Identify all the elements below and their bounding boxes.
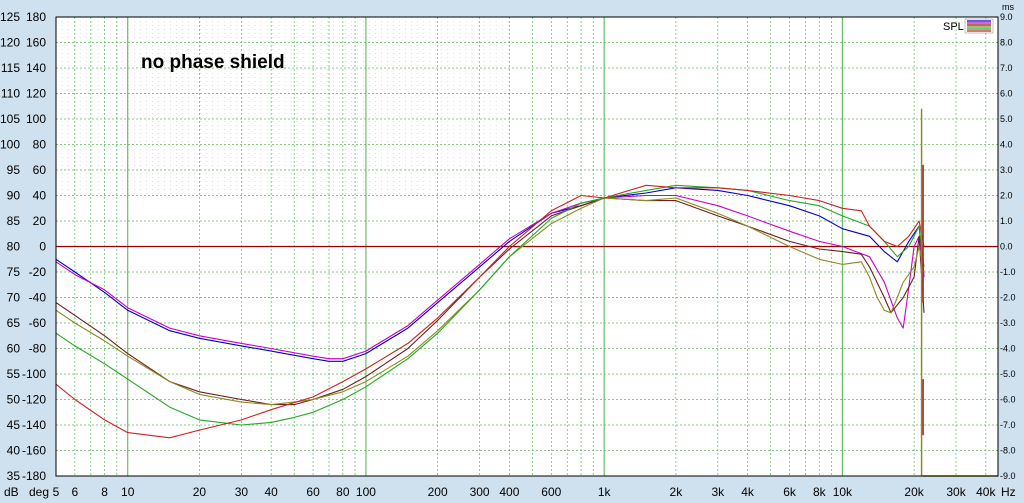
- ms-tick-label: -9.0: [1000, 471, 1016, 481]
- db-tick-label: 125: [0, 10, 20, 24]
- ms-tick-label: 7.0: [1000, 63, 1013, 73]
- db-tick-label: 40: [7, 444, 21, 458]
- x-tick-label: 20: [193, 485, 207, 499]
- db-unit-label: dB: [4, 485, 19, 499]
- deg-tick-label: -120: [22, 393, 46, 407]
- deg-tick-label: -140: [22, 418, 46, 432]
- ms-tick-label: 1.0: [1000, 216, 1013, 226]
- x-tick-label: 20k: [904, 485, 924, 499]
- x-tick-label: 1k: [598, 485, 612, 499]
- x-tick-label: 300: [470, 485, 490, 499]
- x-tick-label: 400: [499, 485, 519, 499]
- db-tick-label: 70: [7, 291, 21, 305]
- x-tick-label: 8: [101, 485, 108, 499]
- ms-tick-label: -1.0: [1000, 267, 1016, 277]
- ms-tick-label: -6.0: [1000, 395, 1016, 405]
- deg-tick-label: 0: [39, 240, 46, 254]
- legend-swatch: [964, 18, 994, 34]
- deg-tick-label: 180: [26, 10, 46, 24]
- deg-tick-label: -60: [29, 316, 47, 330]
- ms-tick-label: -2.0: [1000, 293, 1016, 303]
- deg-tick-label: -40: [29, 291, 47, 305]
- x-tick-label: 6k: [783, 485, 797, 499]
- x-unit-label: Hz: [1001, 485, 1016, 499]
- deg-tick-label: -180: [22, 469, 46, 483]
- db-tick-label: 85: [7, 214, 21, 228]
- x-tick-label: 60: [306, 485, 320, 499]
- x-tick-label: 10k: [833, 485, 853, 499]
- ms-tick-label: 0.0: [1000, 242, 1013, 252]
- deg-tick-label: -100: [22, 367, 46, 381]
- deg-tick-label: -20: [29, 265, 47, 279]
- ms-tick-label: -5.0: [1000, 369, 1016, 379]
- db-tick-label: 60: [7, 342, 21, 356]
- x-tick-label: 600: [541, 485, 561, 499]
- frequency-response-chart: 125 180120 160115 140110 120105 100100 8095 609…: [0, 2, 1016, 499]
- db-tick-label: 120: [0, 36, 20, 50]
- x-tick-label: 4k: [741, 485, 755, 499]
- db-tick-label: 90: [7, 189, 21, 203]
- x-tick-label: 30k: [946, 485, 966, 499]
- ms-tick-label: 3.0: [1000, 165, 1013, 175]
- deg-tick-label: -80: [29, 342, 47, 356]
- x-tick-label: 3k: [711, 485, 725, 499]
- x-tick-label: 80: [336, 485, 350, 499]
- ms-tick-label: -7.0: [1000, 420, 1016, 430]
- db-tick-label: 75: [7, 265, 21, 279]
- deg-tick-label: 100: [26, 112, 46, 126]
- deg-tick-label: 60: [33, 163, 47, 177]
- deg-tick-label: 20: [33, 214, 47, 228]
- db-tick-label: 105: [0, 112, 20, 126]
- x-tick-label: 200: [428, 485, 448, 499]
- deg-unit-label: deg: [29, 485, 49, 499]
- deg-tick-label: 80: [33, 138, 47, 152]
- db-tick-label: 50: [7, 393, 21, 407]
- db-tick-label: 65: [7, 316, 21, 330]
- deg-tick-label: 120: [26, 87, 46, 101]
- ms-tick-label: -4.0: [1000, 344, 1016, 354]
- x-tick-label: 10: [121, 485, 135, 499]
- ms-tick-label: -8.0: [1000, 446, 1016, 456]
- db-tick-label: 95: [7, 163, 21, 177]
- deg-tick-label: -160: [22, 444, 46, 458]
- x-tick-label: 6: [72, 485, 79, 499]
- x-tick-label: 8k: [813, 485, 827, 499]
- ms-tick-label: 4.0: [1000, 140, 1013, 150]
- x-tick-label: 30: [235, 485, 249, 499]
- deg-tick-label: 40: [33, 189, 47, 203]
- ms-tick-label: 5.0: [1000, 114, 1013, 124]
- x-tick-label: 100: [356, 485, 376, 499]
- x-tick-label: 5: [53, 485, 60, 499]
- legend-label: SPL: [943, 21, 964, 33]
- ms-tick-label: 9.0: [1000, 12, 1013, 22]
- ms-tick-label: 2.0: [1000, 191, 1013, 201]
- x-tick-label: 40k: [976, 485, 996, 499]
- deg-tick-label: 160: [26, 36, 46, 50]
- deg-tick-label: 140: [26, 61, 46, 75]
- ms-unit-label: ms: [1002, 2, 1014, 12]
- ms-tick-label: 6.0: [1000, 89, 1013, 99]
- db-tick-label: 110: [1, 87, 20, 101]
- db-tick-label: 35: [7, 469, 21, 483]
- db-tick-label: 100: [0, 138, 20, 152]
- db-tick-label: 45: [7, 418, 21, 432]
- ms-tick-label: 8.0: [1000, 38, 1013, 48]
- ms-tick-label: -3.0: [1000, 318, 1016, 328]
- annotation-text: no phase shield: [141, 52, 285, 73]
- db-tick-label: 115: [1, 61, 20, 75]
- db-tick-label: 80: [7, 240, 21, 254]
- x-tick-label: 2k: [670, 485, 684, 499]
- x-tick-label: 40: [264, 485, 278, 499]
- db-tick-label: 55: [7, 367, 21, 381]
